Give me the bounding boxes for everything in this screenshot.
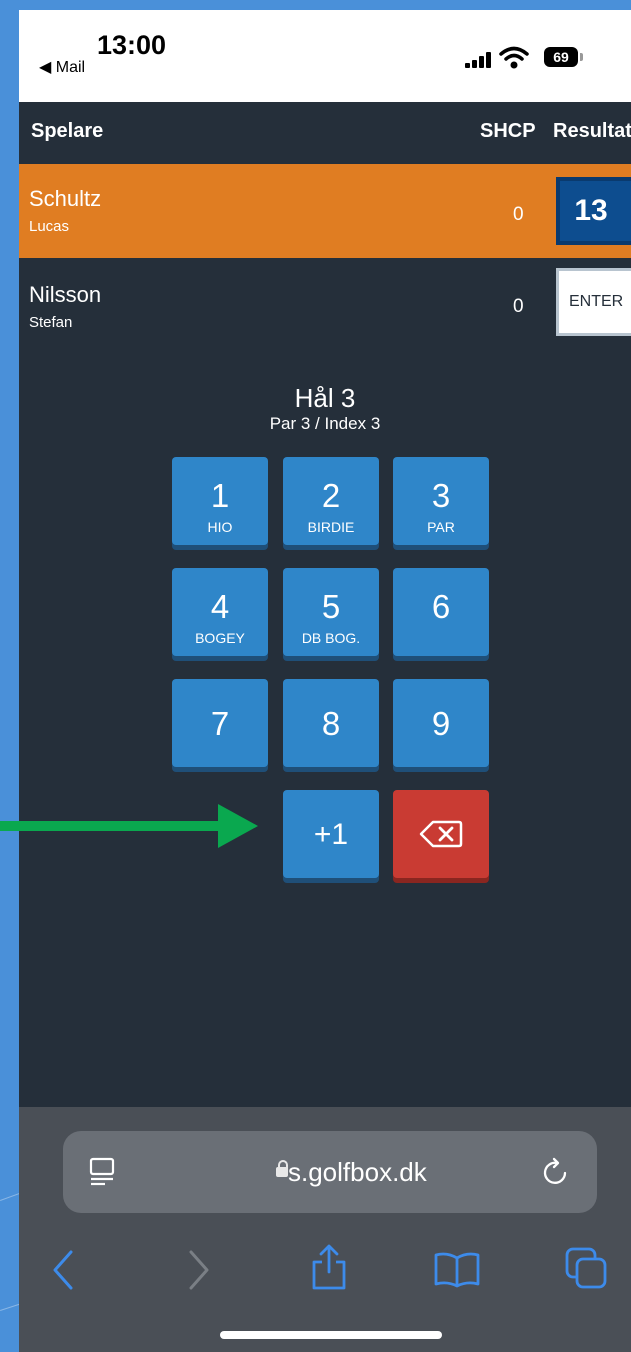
status-bar: 13:00 ◀ Mail 69 [19, 10, 631, 102]
key-number: 9 [431, 705, 451, 742]
battery-indicator: 69 [544, 47, 578, 67]
hole-title: Hål 3 [294, 383, 356, 413]
status-time: 13:00 [97, 30, 167, 60]
player-row[interactable]: Schultz Lucas 0 13 [19, 164, 631, 258]
address-bar[interactable]: s.golfbox.dk [63, 1131, 597, 1213]
key-number: 6 [431, 588, 451, 625]
back-icon[interactable] [51, 1250, 75, 1290]
key-number: 7 [210, 705, 230, 742]
shcp-column-header: SHCP [480, 120, 536, 142]
battery-tip [580, 53, 583, 61]
key-label: BIRDIE [307, 519, 355, 535]
signal-icon [465, 52, 493, 68]
hole-subtitle: Par 3 / Index 3 [269, 414, 381, 433]
key-8-button[interactable]: 8 [283, 679, 379, 767]
player-first-name: Lucas [29, 218, 70, 235]
key-7-button[interactable]: 7 [172, 679, 268, 767]
key-9-button[interactable]: 9 [393, 679, 489, 767]
wifi-icon [499, 46, 529, 69]
player-shcp: 0 [513, 204, 524, 225]
key-5-button[interactable]: 5 DB BOG. [283, 568, 379, 656]
key-number: 3 [431, 477, 451, 514]
player-first-name: Stefan [29, 314, 73, 331]
player-row[interactable]: Nilsson Stefan 0 ENTER [19, 258, 631, 352]
delete-button[interactable] [393, 790, 489, 878]
back-to-mail-link[interactable]: ◀ Mail [39, 57, 85, 77]
key-label: PAR [427, 519, 455, 535]
key-number: 2 [321, 477, 341, 514]
key-number: +1 [313, 818, 349, 851]
key-number: 8 [321, 705, 341, 742]
tabs-icon[interactable] [565, 1247, 609, 1291]
result-column-header: Resultat [553, 120, 631, 142]
home-indicator [220, 1331, 442, 1339]
browser-toolbar: s.golfbox.dk [19, 1107, 631, 1352]
key-4-button[interactable]: 4 BOGEY [172, 568, 268, 656]
scorecard-header: Spelare SHCP Resultat [19, 102, 631, 164]
lock-icon [276, 1160, 288, 1177]
arrow-right-icon [0, 804, 258, 848]
player-shcp: 0 [513, 296, 524, 317]
key-number: 5 [321, 588, 341, 625]
phone-screen: 13:00 ◀ Mail 69 Spelare SHCP Resultat Sc… [19, 10, 631, 1352]
reload-icon[interactable] [541, 1157, 571, 1187]
forward-icon[interactable] [187, 1250, 211, 1290]
score-enter-box[interactable]: ENTER [556, 268, 631, 336]
key-number: 4 [210, 588, 230, 625]
score-box[interactable]: 13 [556, 177, 631, 245]
player-column-header: Spelare [31, 120, 104, 142]
key-label: HIO [207, 519, 233, 535]
key-number: 1 [210, 477, 230, 514]
bookmarks-icon[interactable] [433, 1252, 481, 1288]
player-last-name: Nilsson [29, 282, 102, 307]
hole-info: Hål 3 Par 3 / Index 3 [19, 383, 631, 434]
share-icon[interactable] [309, 1244, 349, 1290]
key-2-button[interactable]: 2 BIRDIE [283, 457, 379, 545]
reader-icon[interactable] [89, 1157, 115, 1187]
key-label: DB BOG. [301, 630, 361, 646]
key-plus-one-button[interactable]: +1 [283, 790, 379, 878]
key-label: BOGEY [195, 630, 245, 646]
backspace-icon [419, 820, 463, 848]
key-6-button[interactable]: 6 [393, 568, 489, 656]
player-last-name: Schultz [29, 186, 102, 211]
key-1-button[interactable]: 1 HIO [172, 457, 268, 545]
key-3-button[interactable]: 3 PAR [393, 457, 489, 545]
url-text[interactable]: s.golfbox.dk [288, 1157, 427, 1188]
